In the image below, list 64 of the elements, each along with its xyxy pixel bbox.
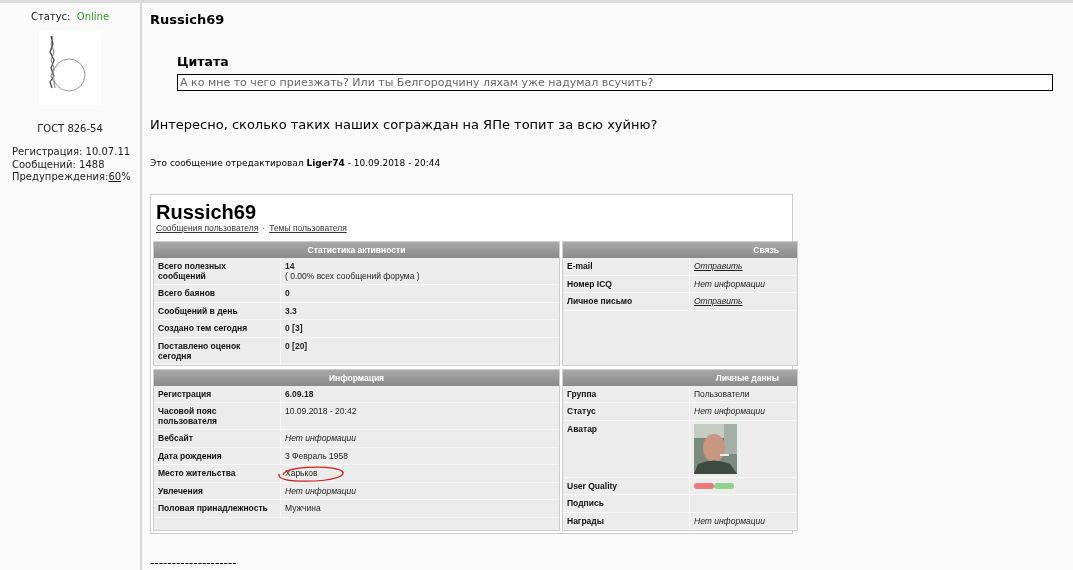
field-value: 3.3 — [285, 305, 297, 316]
circle-annotation — [275, 463, 347, 483]
panel-header: Информация — [154, 369, 559, 386]
field-value: Нет информации — [694, 406, 766, 416]
field-value: 3 Февраль 1958 — [285, 450, 348, 461]
panel-header: Статистика активности — [154, 242, 559, 258]
field-value: 14 — [285, 261, 295, 271]
send-link[interactable]: Отправить — [694, 296, 743, 306]
field-value: 6.09.18 — [285, 388, 314, 399]
percent-sign: % — [121, 171, 131, 182]
avatar-caption: ГОСТ 826-54 — [37, 123, 103, 134]
field-label: Половая принадлежность — [154, 500, 281, 517]
quality-bar-icon — [694, 482, 734, 489]
field-value: 0 — [285, 288, 290, 298]
warnings-label: Предупреждения: — [12, 171, 109, 182]
field-value: Нет информации — [694, 278, 766, 289]
user-stat: Сообщений: 1488 — [12, 158, 106, 171]
field-label: Вебсайт — [154, 430, 281, 447]
field-note: ( 0.00% всех сообщений форума ) — [285, 271, 420, 281]
profile-link[interactable]: Сообщения пользователя — [156, 223, 259, 233]
field-label: Награды — [563, 512, 690, 529]
link-separator: · — [262, 223, 266, 233]
field-value: Нет информации — [285, 433, 357, 443]
edit-note: Это сообщение отредактировал Liger74 - 10.09.2018 - 20:44 — [150, 158, 441, 168]
field-value: 0 [3] — [285, 323, 303, 333]
field-value: Мужчина — [285, 503, 321, 513]
post-author[interactable]: Russich69 — [150, 12, 225, 27]
status-label: Статус: — [30, 11, 71, 22]
field-label: Часовой пояс пользователя — [154, 403, 281, 429]
field-label: Сообщений в день — [154, 302, 281, 319]
field-label: Увлечения — [154, 482, 281, 499]
field-value: 0 [20] — [285, 340, 308, 351]
field-label: Место жительства — [154, 465, 281, 482]
post-text: Интересно, сколько таких наших сограждан на ЯПе топит за всю хуйню? — [150, 117, 658, 132]
field-label: Подпись — [563, 495, 690, 512]
profile-name: Russich69 — [155, 200, 258, 223]
signature-line: -------------------- — [150, 556, 237, 570]
field-label: Аватар — [563, 420, 690, 477]
field-label: Поставлено оценок сегодня — [154, 337, 281, 364]
field-label: E-mail — [563, 258, 690, 275]
field-value: 10.09.2018 - 20:42 — [285, 406, 357, 416]
warnings-link[interactable]: 60 — [108, 171, 122, 182]
field-value: Нет информации — [285, 485, 357, 496]
field-label: Регистрация — [154, 385, 281, 402]
field-value: Пользователи — [694, 388, 750, 399]
status-value: Online — [76, 11, 110, 22]
field-label: Номер ICQ — [563, 275, 690, 292]
field-label: Всего баянов — [154, 285, 281, 302]
quote-text: А ко мне то чего приезжать? Или ты Белгородчину ляхам уже надумал всучить? — [177, 74, 1053, 91]
profile-link[interactable]: Темы пользователя — [269, 223, 347, 233]
field-label: Личное письмо — [563, 293, 690, 310]
field-label: Создано тем сегодня — [154, 320, 281, 337]
field-label: Статус — [563, 403, 690, 420]
field-label: Группа — [563, 385, 690, 402]
field-value: Харьков — [285, 468, 318, 478]
panel-header: Личные данны — [563, 369, 797, 386]
field-value: Нет информации — [694, 515, 766, 526]
send-link[interactable]: Отправить — [694, 261, 743, 271]
user-stat: Регистрация: 10.07.11 — [12, 146, 132, 159]
panel-header: Связь — [563, 242, 797, 258]
field-label: User Quality — [563, 477, 690, 494]
field-label: Дата рождения — [154, 447, 281, 464]
field-label: Всего полезных сообщений — [154, 258, 281, 284]
quote-title: Цитата — [177, 54, 230, 69]
